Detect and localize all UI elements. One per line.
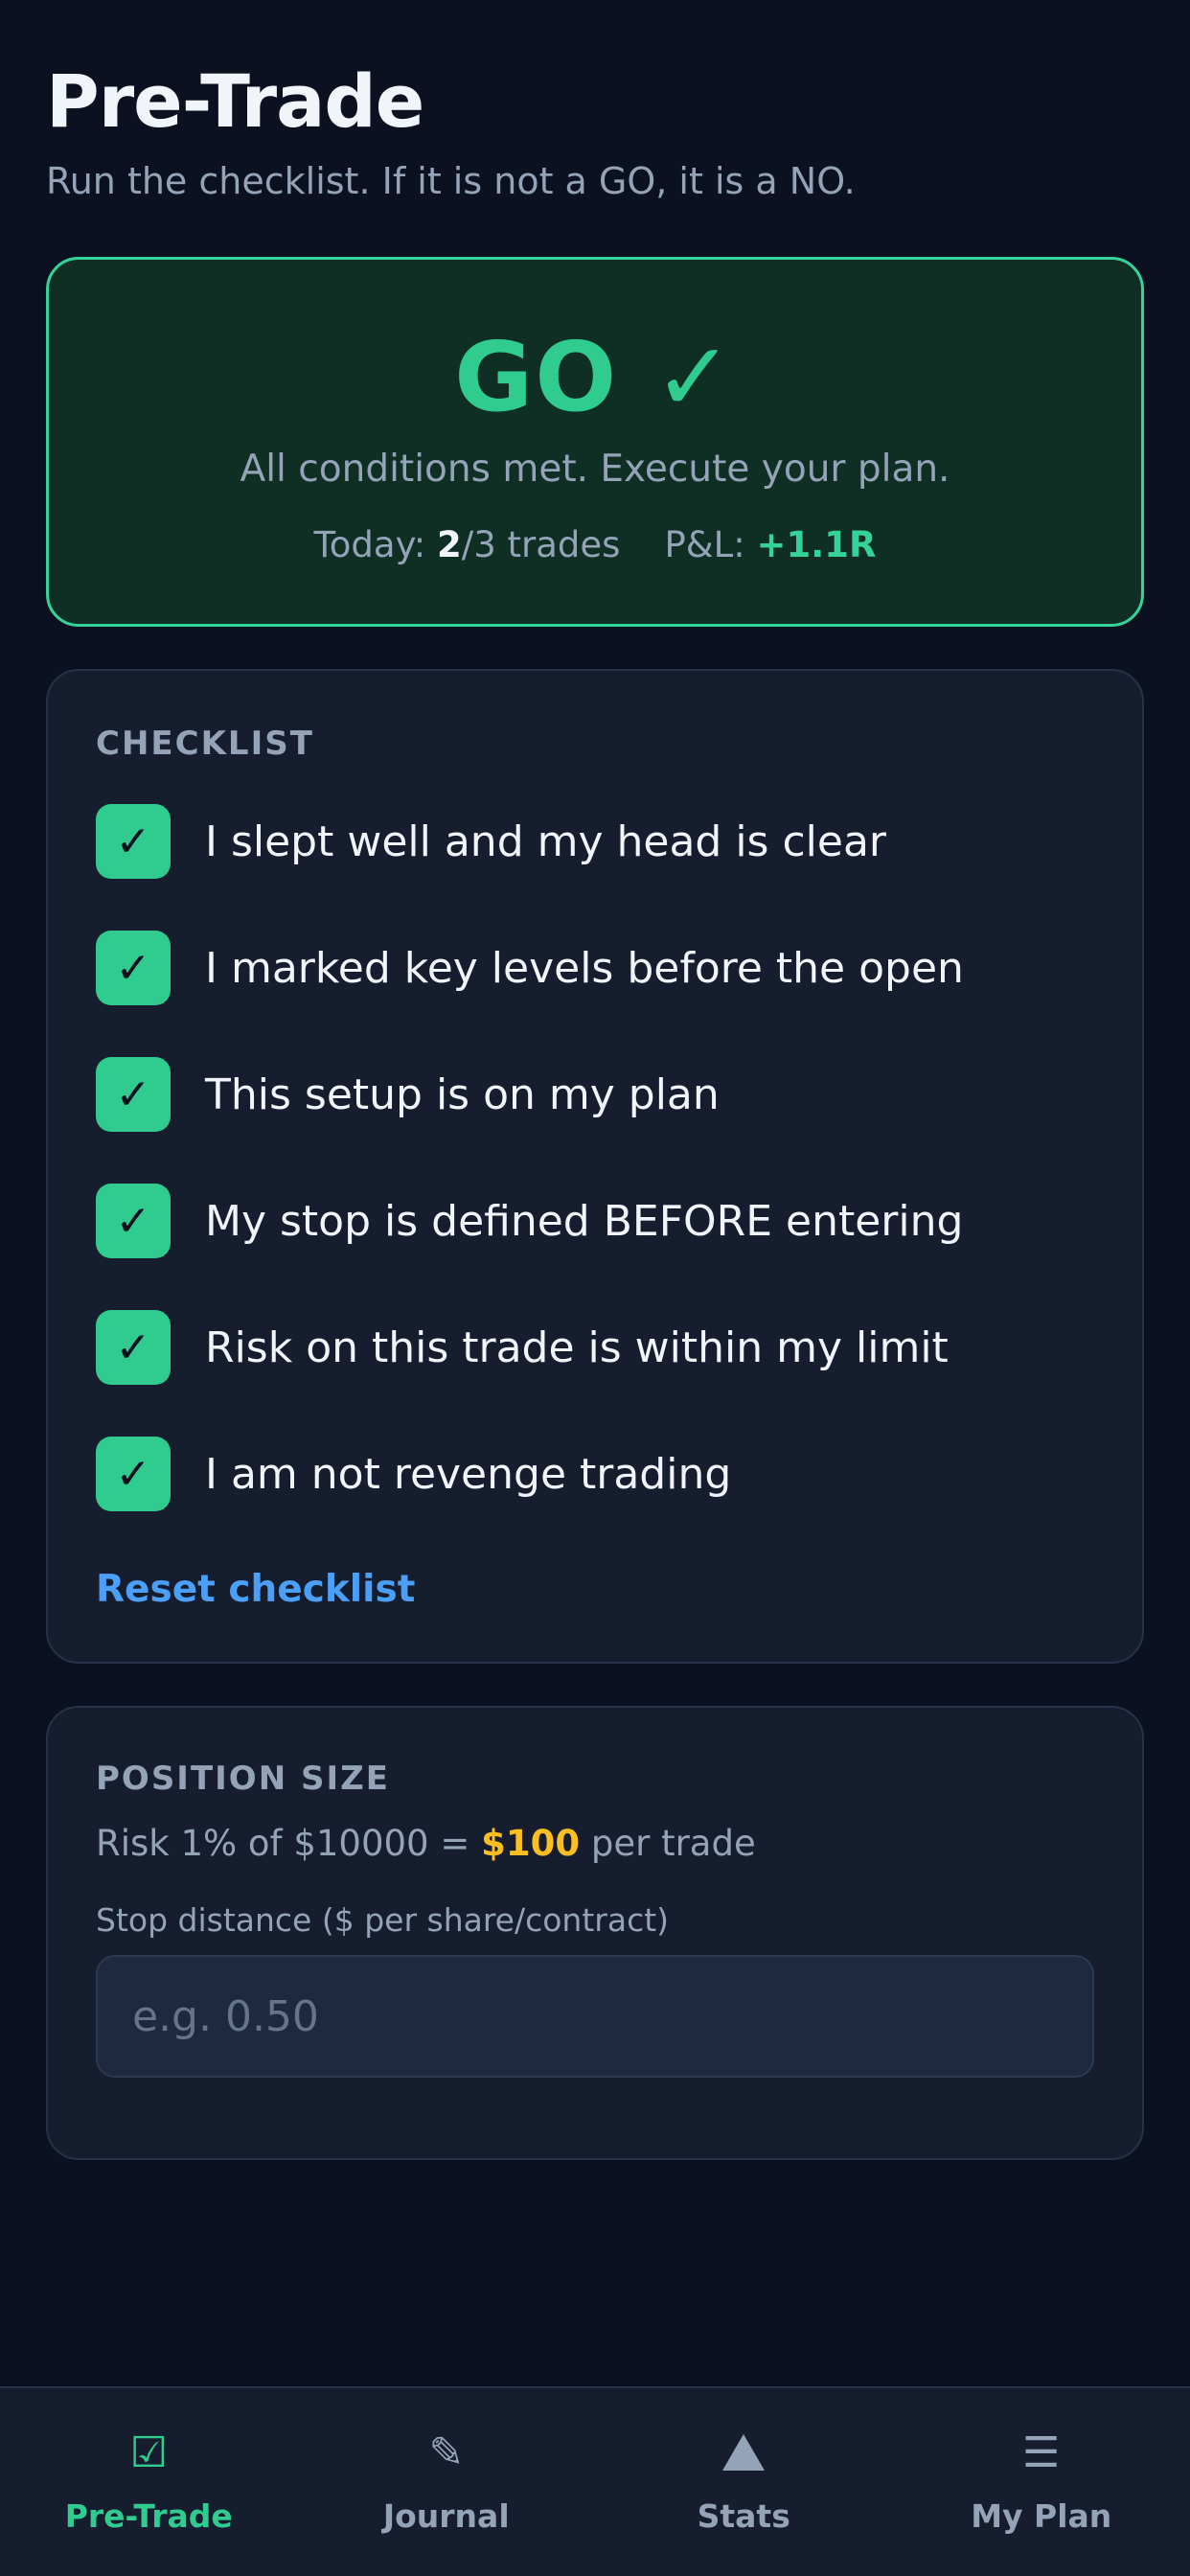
tab-stats[interactable]: Stats xyxy=(595,2388,893,2576)
page-title: Pre-Trade xyxy=(46,58,424,144)
checklist-item[interactable]: ✓ My stop is defined BEFORE entering xyxy=(96,1183,963,1259)
pencil-icon: ✎ xyxy=(428,2427,465,2477)
checklist-heading: CHECKLIST xyxy=(96,724,314,763)
position-size-card: POSITION SIZE Risk 1% of $10000 = $100 p… xyxy=(46,1706,1144,2160)
pnl-value: +1.1R xyxy=(756,524,877,565)
page-subtitle: Run the checklist. If it is not a GO, it… xyxy=(46,160,856,202)
stop-distance-input[interactable] xyxy=(96,1955,1094,2078)
app-screen: Pre-Trade Run the checklist. If it is no… xyxy=(0,0,1190,2576)
risk-suffix: per trade xyxy=(580,1823,756,1864)
go-status-card: GO ✓ All conditions met. Execute your pl… xyxy=(46,257,1144,627)
checkbox-checked-icon[interactable]: ✓ xyxy=(96,804,171,879)
go-verdict: GO ✓ xyxy=(454,321,736,433)
checklist-item-label: I slept well and my head is clear xyxy=(205,816,887,866)
tab-label: My Plan xyxy=(971,2497,1112,2535)
menu-icon: ☰ xyxy=(1022,2427,1061,2477)
checkbox-icon: ☑ xyxy=(129,2427,168,2477)
checkbox-checked-icon[interactable]: ✓ xyxy=(96,931,171,1005)
checklist-item-label: This setup is on my plan xyxy=(205,1070,720,1119)
risk-amount: $100 xyxy=(481,1823,581,1864)
risk-summary: Risk 1% of $10000 = $100 per trade xyxy=(96,1823,756,1864)
bottom-tab-bar: ☑ Pre-Trade ✎ Journal Stats ☰ My Plan xyxy=(0,2386,1190,2576)
checklist-item-label: My stop is defined BEFORE entering xyxy=(205,1196,964,1246)
today-label: Today: xyxy=(313,524,438,565)
checklist-item[interactable]: ✓ I am not revenge trading xyxy=(96,1436,731,1512)
reset-checklist-link[interactable]: Reset checklist xyxy=(96,1568,415,1611)
pnl-label: P&L: xyxy=(664,524,757,565)
checklist-item[interactable]: ✓ I marked key levels before the open xyxy=(96,930,964,1006)
checkbox-checked-icon[interactable]: ✓ xyxy=(96,1184,171,1258)
checkbox-checked-icon[interactable]: ✓ xyxy=(96,1057,171,1132)
checkbox-checked-icon[interactable]: ✓ xyxy=(96,1437,171,1511)
tab-pre-trade[interactable]: ☑ Pre-Trade xyxy=(0,2388,298,2576)
triangle-icon xyxy=(722,2428,766,2476)
checklist-card: CHECKLIST ✓ I slept well and my head is … xyxy=(46,669,1144,1664)
checkbox-checked-icon[interactable]: ✓ xyxy=(96,1310,171,1385)
stop-distance-label: Stop distance ($ per share/contract) xyxy=(96,1901,670,1939)
position-size-heading: POSITION SIZE xyxy=(96,1760,391,1798)
trades-limit: /3 trades xyxy=(461,524,621,565)
checklist-item[interactable]: ✓ Risk on this trade is within my limit xyxy=(96,1309,949,1386)
tab-my-plan[interactable]: ☰ My Plan xyxy=(893,2388,1190,2576)
go-message: All conditions met. Execute your plan. xyxy=(240,448,950,491)
checklist-item-label: I marked key levels before the open xyxy=(205,943,964,993)
risk-prefix: Risk 1% of $10000 = xyxy=(96,1823,482,1864)
checklist-item[interactable]: ✓ This setup is on my plan xyxy=(96,1056,720,1133)
checklist-item-label: Risk on this trade is within my limit xyxy=(205,1322,949,1372)
tab-label: Journal xyxy=(382,2497,510,2535)
today-stats: Today: 2/3 trades P&L: +1.1R xyxy=(49,522,1141,568)
tab-journal[interactable]: ✎ Journal xyxy=(298,2388,596,2576)
checklist-item[interactable]: ✓ I slept well and my head is clear xyxy=(96,803,886,880)
page-header: Pre-Trade Run the checklist. If it is no… xyxy=(46,59,1144,203)
tab-label: Stats xyxy=(697,2497,790,2535)
tab-label: Pre-Trade xyxy=(64,2497,233,2535)
checklist-item-label: I am not revenge trading xyxy=(205,1449,732,1499)
trades-done-count: 2 xyxy=(437,524,462,565)
